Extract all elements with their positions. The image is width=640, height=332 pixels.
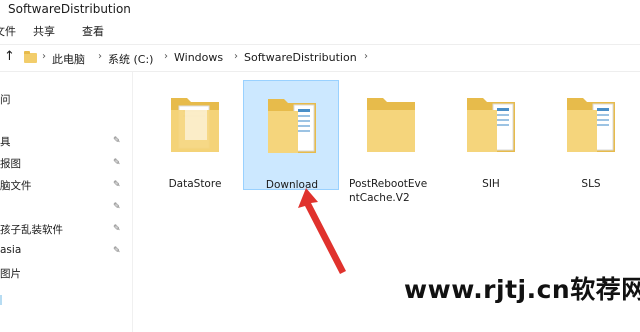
folder-icon	[567, 98, 615, 152]
sidebar-scroll-marker	[0, 295, 2, 305]
folder-datastore[interactable]: DataStore	[147, 80, 243, 190]
red-arrow-icon	[298, 188, 346, 274]
chevron-right-icon[interactable]: ›	[98, 51, 102, 62]
pin-icon: ✎	[113, 158, 121, 168]
tab-view[interactable]: 查看	[82, 23, 104, 39]
watermark: www.rjtj.cn软荐网	[404, 275, 640, 304]
crumb-this-pc[interactable]: 此电脑	[52, 51, 85, 67]
chevron-right-icon[interactable]: ›	[364, 51, 368, 62]
folder-icon	[171, 98, 219, 152]
pin-icon: ✎	[113, 136, 121, 146]
sidebar-item-report-images[interactable]: 报图 ✎	[0, 156, 132, 172]
crumb-softwaredistribution[interactable]: SoftwareDistribution	[244, 51, 357, 64]
chevron-right-icon[interactable]: ›	[42, 51, 46, 62]
sidebar-item-tools[interactable]: 具 ✎	[0, 134, 132, 150]
sidebar-item-pictures[interactable]: 图片	[0, 266, 132, 282]
sidebar-item-label: asia	[0, 244, 22, 256]
title-bar: SoftwareDistribution	[0, 0, 640, 18]
folder-name: PostRebootEve ntCache.V2	[349, 178, 428, 204]
chevron-right-icon[interactable]: ›	[234, 51, 238, 62]
address-bar[interactable]: ↑ › 此电脑 › 系统 (C:) › Windows › SoftwareDi…	[0, 44, 640, 72]
folder-sih[interactable]: SIH	[443, 80, 539, 190]
folder-postrebooteventcache[interactable]: PostRebootEve ntCache.V2	[343, 80, 439, 204]
sidebar-item-quick-access[interactable]: 问	[0, 92, 132, 108]
sidebar-item-unnamed[interactable]: ✎	[0, 200, 132, 216]
pin-icon: ✎	[113, 224, 121, 234]
folder-icon	[268, 99, 316, 153]
folder-name: SIH	[482, 178, 500, 190]
pin-icon: ✎	[113, 180, 121, 190]
crumb-system-c[interactable]: 系统 (C:)	[108, 51, 153, 67]
folder-icon	[367, 98, 415, 152]
arrow-up-icon[interactable]: ↑	[4, 49, 15, 64]
sidebar-item-label: 图片	[0, 268, 21, 280]
folder-name: SLS	[581, 178, 601, 190]
tab-share[interactable]: 共享	[33, 23, 55, 39]
sidebar-item-asia[interactable]: asia ✎	[0, 244, 132, 260]
folder-icon	[467, 98, 515, 152]
pin-icon: ✎	[113, 246, 121, 256]
sidebar-item-label: 脑文件	[0, 180, 32, 192]
chevron-right-icon[interactable]: ›	[164, 51, 168, 62]
pin-icon: ✎	[113, 202, 121, 212]
folder-sls[interactable]: SLS	[543, 80, 639, 190]
sidebar-item-label: 报图	[0, 158, 21, 170]
ribbon: 文件 共享 查看	[0, 18, 640, 42]
sidebar-item-pc-files[interactable]: 脑文件 ✎	[0, 178, 132, 194]
sidebar-item-label: 问	[0, 94, 11, 106]
sidebar-item-kids-software[interactable]: 孩子乱装软件 ✎	[0, 222, 132, 238]
folder-icon	[24, 51, 37, 63]
folder-download[interactable]: Download	[243, 80, 339, 191]
sidebar-item-label: 孩子乱装软件	[0, 224, 63, 236]
crumb-windows[interactable]: Windows	[174, 51, 223, 64]
window-title: SoftwareDistribution	[8, 2, 131, 16]
tab-file[interactable]: 文件	[0, 23, 16, 39]
navigation-pane: 问 具 ✎ 报图 ✎ 脑文件 ✎ ✎ 孩子乱装软件 ✎ asia ✎ 图片	[0, 72, 133, 332]
folder-name: DataStore	[168, 178, 222, 190]
sidebar-item-label: 具	[0, 136, 11, 148]
